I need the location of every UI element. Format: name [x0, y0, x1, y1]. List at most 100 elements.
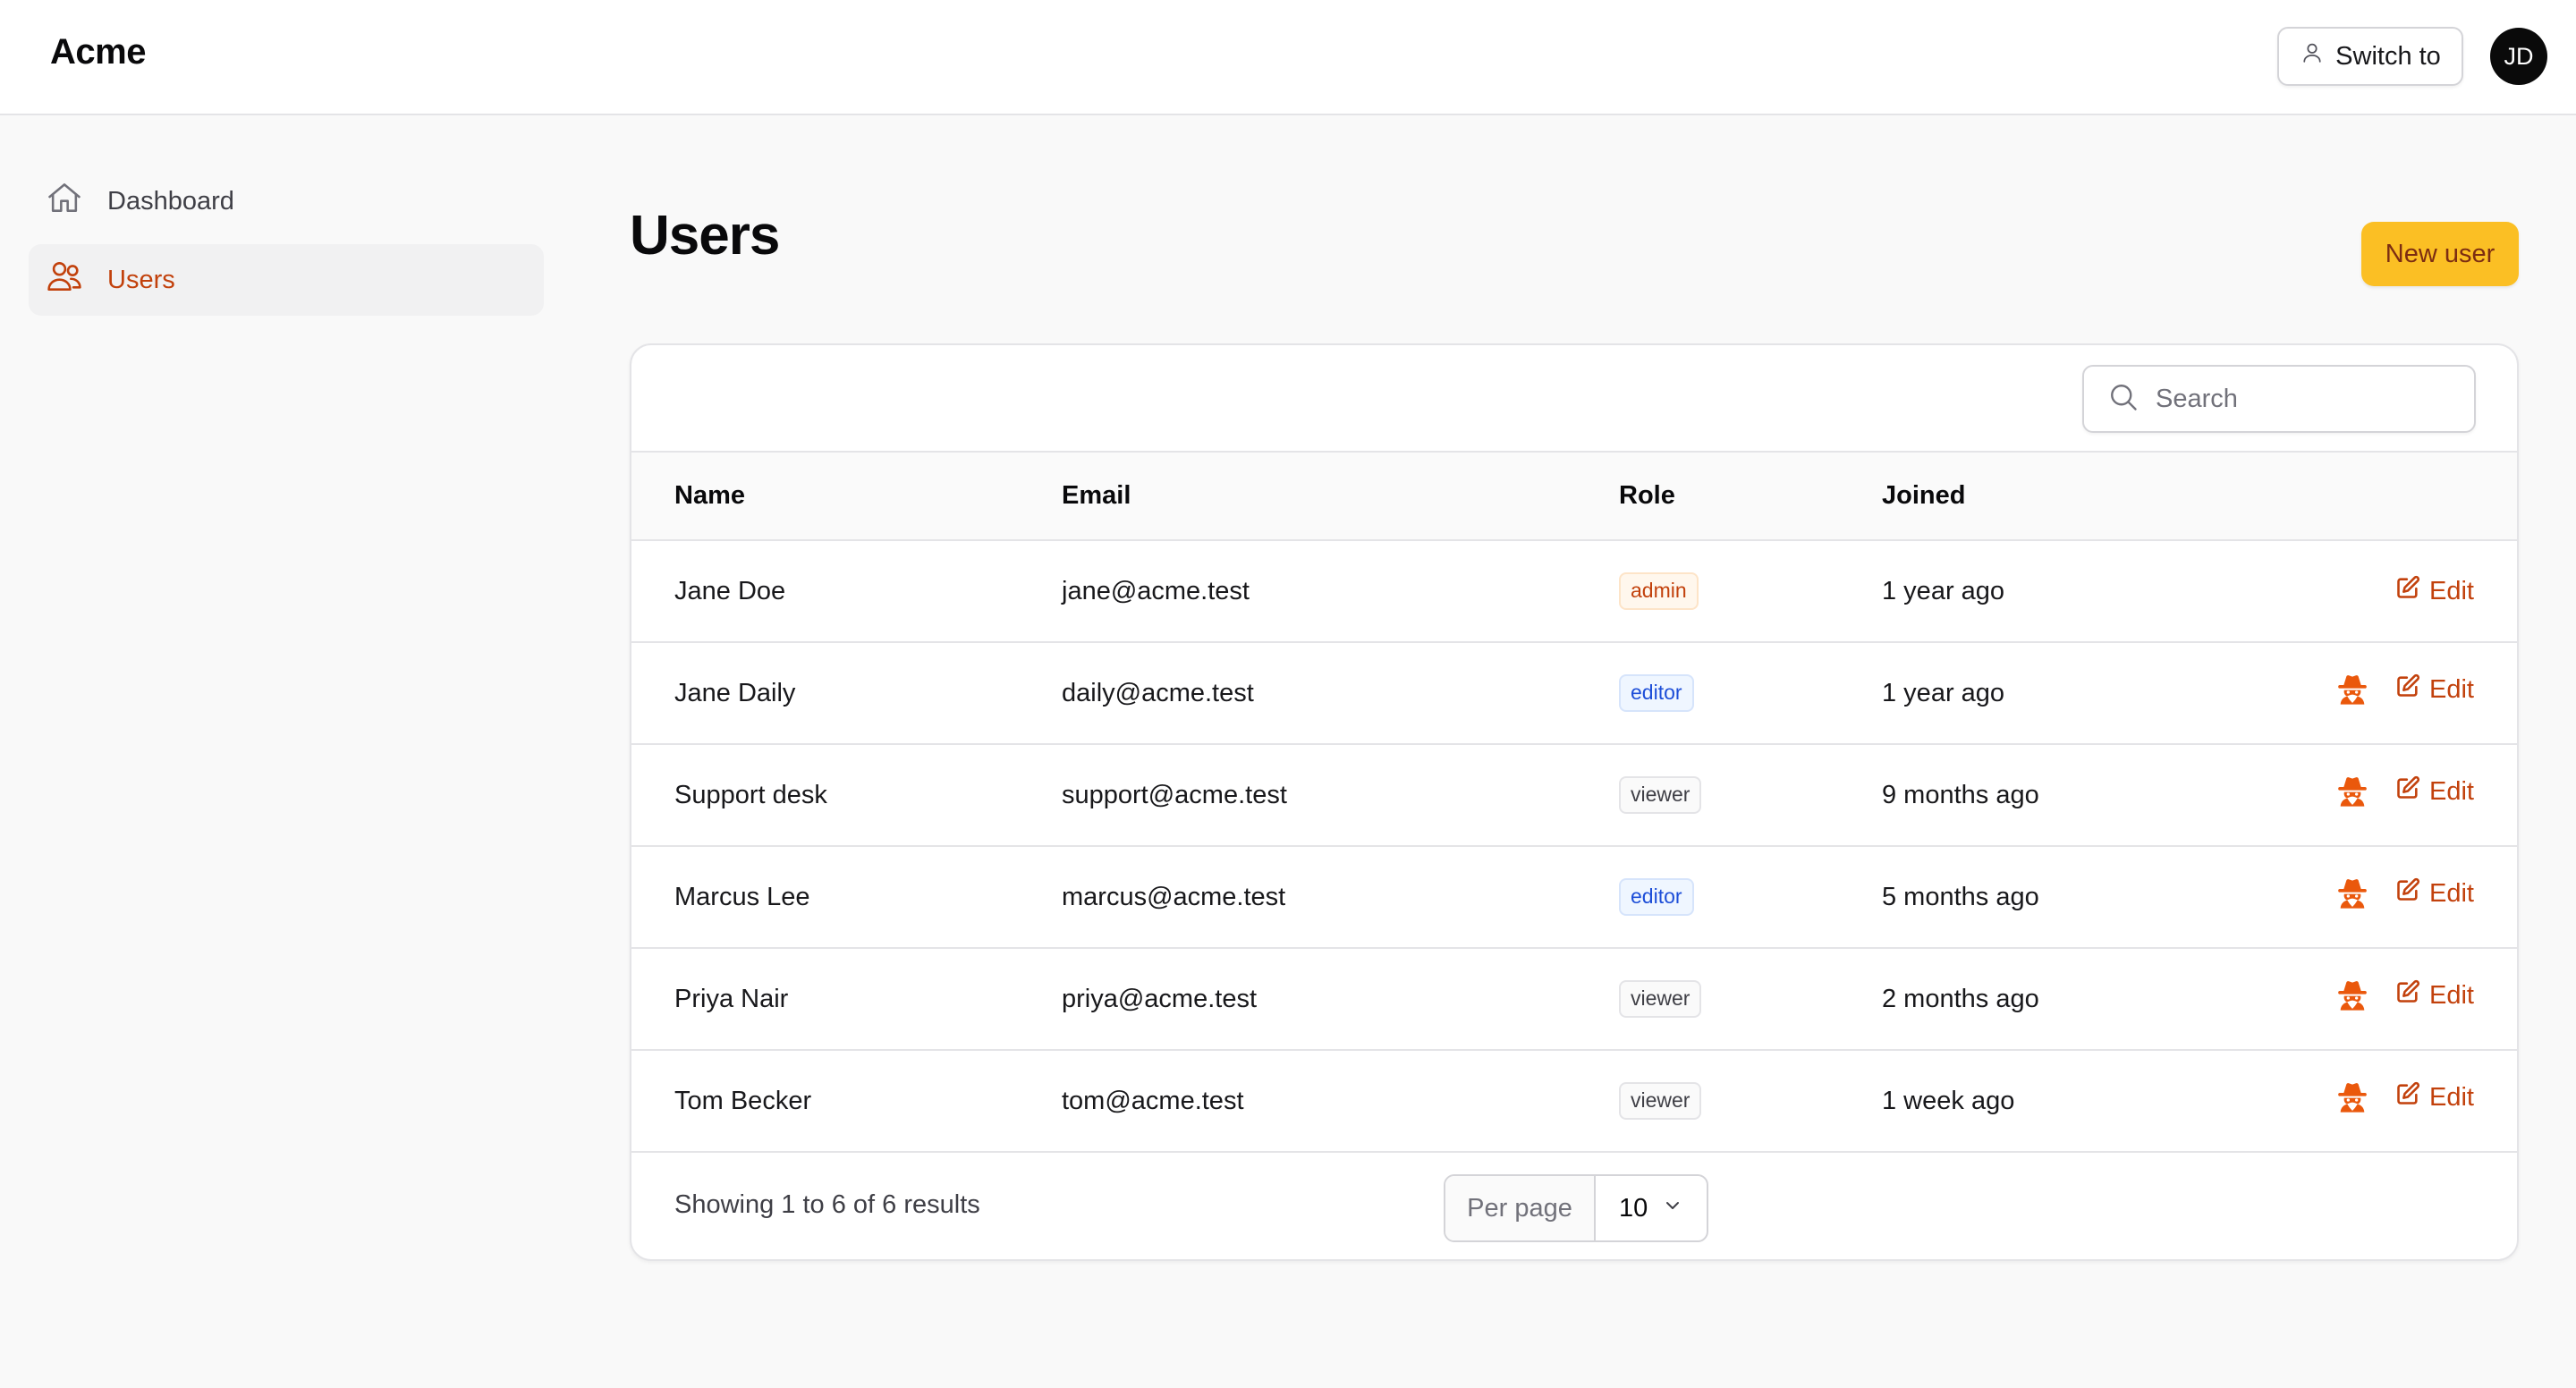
impersonate-button[interactable]: [2334, 1079, 2370, 1115]
edit-link[interactable]: Edit: [2395, 575, 2474, 607]
role-cell: admin: [1619, 540, 1882, 643]
edit-link[interactable]: Edit: [2395, 877, 2474, 910]
switch-to-label: Switch to: [2335, 41, 2441, 71]
user-email: jane@acme.test: [1062, 540, 1619, 643]
column-header-name[interactable]: Name: [631, 453, 1062, 541]
table-row: Jane Doe jane@acme.test admin 1 year ago…: [631, 540, 2517, 643]
edit-icon: [2395, 575, 2420, 607]
row-actions: Edit: [2258, 948, 2517, 1051]
edit-icon: [2395, 673, 2420, 706]
top-bar: Acme Switch to JD: [0, 0, 2576, 115]
edit-icon: [2395, 979, 2420, 1011]
role-cell: viewer: [1619, 948, 1882, 1051]
results-summary: Showing 1 to 6 of 6 results: [674, 1190, 980, 1219]
edit-label: Edit: [2429, 674, 2474, 704]
per-page-label: Per page: [1445, 1176, 1596, 1240]
page-title: Users: [630, 205, 780, 267]
role-badge: admin: [1619, 572, 1699, 610]
user-name: Priya Nair: [631, 948, 1062, 1051]
users-icon: [45, 257, 84, 303]
impersonate-button[interactable]: [2334, 876, 2370, 911]
user-joined: 1 year ago: [1882, 642, 2258, 745]
user-email: priya@acme.test: [1062, 948, 1619, 1051]
row-actions: Edit: [2258, 846, 2517, 949]
per-page-control: Per page 10: [1444, 1174, 1708, 1242]
user-icon: [2300, 40, 2325, 72]
row-actions: Edit: [2258, 744, 2517, 847]
column-header-joined[interactable]: Joined: [1882, 453, 2258, 541]
new-user-button[interactable]: New user: [2361, 222, 2519, 286]
role-badge: editor: [1619, 674, 1694, 712]
user-name: Marcus Lee: [631, 846, 1062, 949]
column-header-role[interactable]: Role: [1619, 453, 1882, 541]
users-table: Name Email Role Joined Jane Doe jane@acm…: [631, 453, 2517, 1153]
table-row: Support desk support@acme.test viewer 9 …: [631, 744, 2517, 847]
edit-icon: [2395, 877, 2420, 910]
per-page-value: 10: [1619, 1193, 1648, 1223]
user-email: tom@acme.test: [1062, 1050, 1619, 1153]
edit-link[interactable]: Edit: [2395, 1081, 2474, 1113]
role-cell: editor: [1619, 642, 1882, 745]
edit-link[interactable]: Edit: [2395, 673, 2474, 706]
role-badge: editor: [1619, 878, 1694, 916]
user-name: Jane Daily: [631, 642, 1062, 745]
table-header: Name Email Role Joined: [631, 453, 2517, 541]
row-actions: Edit: [2258, 1050, 2517, 1153]
user-name: Tom Becker: [631, 1050, 1062, 1153]
sidebar: Dashboard Users: [29, 165, 544, 323]
user-name: Support desk: [631, 744, 1062, 847]
spy-icon: [2334, 978, 2370, 1013]
user-joined: 1 year ago: [1882, 540, 2258, 643]
switch-to-button[interactable]: Switch to: [2277, 27, 2463, 86]
edit-icon: [2395, 1081, 2420, 1113]
home-icon: [45, 178, 84, 224]
edit-label: Edit: [2429, 776, 2474, 806]
spy-icon: [2334, 876, 2370, 911]
chevron-down-icon: [1662, 1194, 1683, 1223]
user-joined: 2 months ago: [1882, 948, 2258, 1051]
brand-logo[interactable]: Acme: [50, 32, 146, 72]
user-email: marcus@acme.test: [1062, 846, 1619, 949]
impersonate-button[interactable]: [2334, 672, 2370, 707]
sidebar-item-label: Users: [107, 265, 175, 294]
row-actions: Edit: [2258, 540, 2517, 643]
per-page-select[interactable]: 10: [1596, 1176, 1707, 1240]
table-row: Marcus Lee marcus@acme.test editor 5 mon…: [631, 846, 2517, 949]
impersonate-button[interactable]: [2334, 978, 2370, 1013]
spy-icon: [2334, 774, 2370, 809]
table-row: Priya Nair priya@acme.test viewer 2 mont…: [631, 948, 2517, 1051]
table-row: Jane Daily daily@acme.test editor 1 year…: [631, 642, 2517, 745]
column-header-email[interactable]: Email: [1062, 453, 1619, 541]
edit-link[interactable]: Edit: [2395, 979, 2474, 1011]
sidebar-item-label: Dashboard: [107, 186, 234, 216]
edit-label: Edit: [2429, 980, 2474, 1010]
sidebar-item-dashboard[interactable]: Dashboard: [29, 165, 544, 237]
table-row: Tom Becker tom@acme.test viewer 1 week a…: [631, 1050, 2517, 1153]
role-cell: viewer: [1619, 1050, 1882, 1153]
spy-icon: [2334, 672, 2370, 707]
edit-link[interactable]: Edit: [2395, 775, 2474, 808]
table-toolbar: [631, 345, 2517, 453]
user-joined: 9 months ago: [1882, 744, 2258, 847]
user-name: Jane Doe: [631, 540, 1062, 643]
search-icon: [2107, 381, 2140, 418]
spy-icon: [2334, 1079, 2370, 1115]
user-email: daily@acme.test: [1062, 642, 1619, 745]
column-header-actions: [2258, 453, 2517, 541]
table-footer: Showing 1 to 6 of 6 results Per page 10: [631, 1153, 2517, 1259]
search-input[interactable]: [2156, 384, 2460, 414]
role-badge: viewer: [1619, 980, 1702, 1018]
edit-icon: [2395, 775, 2420, 808]
table-body: Jane Doe jane@acme.test admin 1 year ago…: [631, 540, 2517, 1153]
edit-label: Edit: [2429, 1082, 2474, 1112]
search-field[interactable]: [2082, 365, 2476, 433]
sidebar-item-users[interactable]: Users: [29, 244, 544, 316]
user-email: support@acme.test: [1062, 744, 1619, 847]
impersonate-button[interactable]: [2334, 774, 2370, 809]
role-cell: viewer: [1619, 744, 1882, 847]
avatar[interactable]: JD: [2490, 28, 2547, 85]
row-actions: Edit: [2258, 642, 2517, 745]
user-joined: 5 months ago: [1882, 846, 2258, 949]
user-joined: 1 week ago: [1882, 1050, 2258, 1153]
edit-label: Edit: [2429, 576, 2474, 605]
